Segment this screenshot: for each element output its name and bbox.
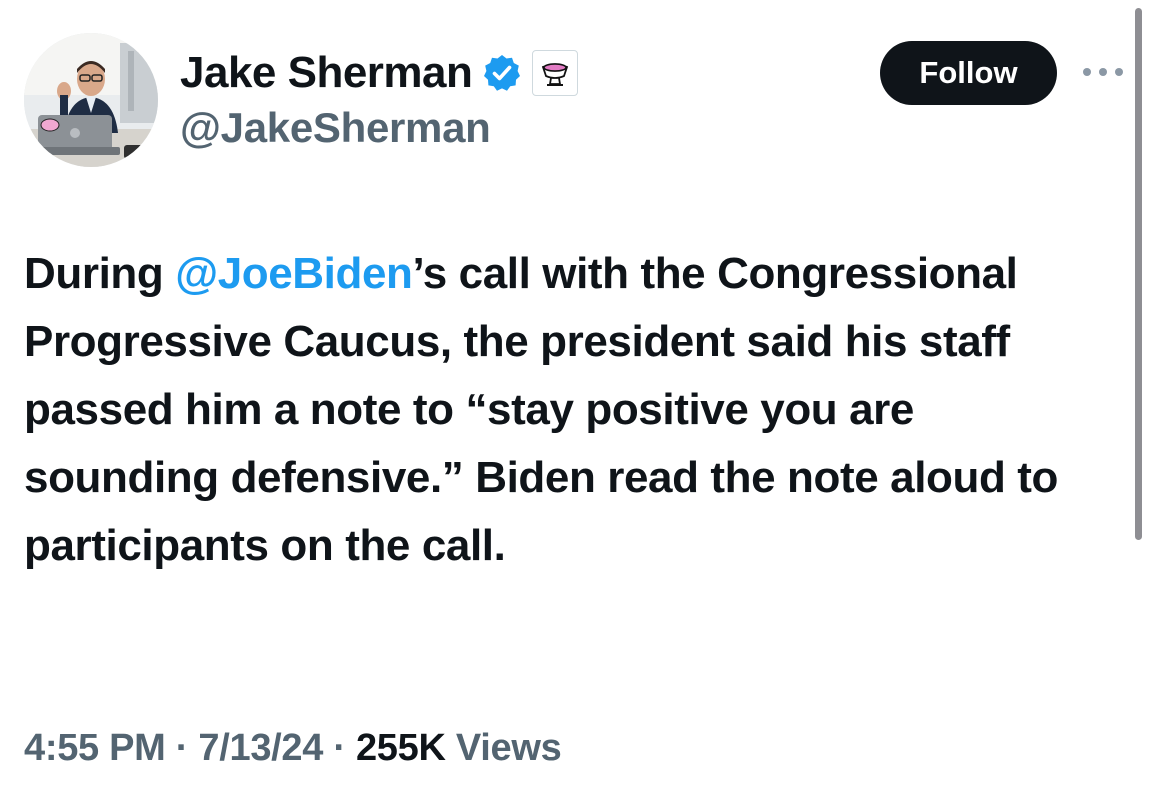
author-display-name[interactable]: Jake Sherman [180,48,473,98]
punchbowl-logo-icon[interactable] [532,50,579,96]
views-label: Views [445,727,562,769]
tweet-card: Jake Sherman @JakeSherman Follow During … [0,0,1151,800]
author-avatar[interactable] [24,33,158,167]
scrollbar[interactable] [1135,8,1142,540]
tweet-time[interactable]: 4:55 PM [24,727,166,769]
ellipsis-dot [1115,68,1123,76]
profile-photo-icon [24,33,158,167]
follow-button[interactable]: Follow [880,41,1057,105]
author-handle[interactable]: @JakeSherman [180,104,491,152]
verified-badge-icon[interactable] [482,53,522,93]
author-name-row: Jake Sherman [180,46,579,100]
tweet-date[interactable]: 7/13/24 [198,727,323,769]
meta-separator: · [323,727,356,769]
tweet-meta: 4:55 PM · 7/13/24 · 255K Views [24,722,562,774]
views-count[interactable]: 255K [356,727,446,769]
mention-link[interactable]: @JoeBiden [175,249,413,298]
ellipsis-dot [1083,68,1091,76]
tweet-text-lead: During [24,249,176,298]
ellipsis-dot [1099,68,1107,76]
more-options-icon[interactable] [1083,62,1123,82]
tweet-text: During @JoeBiden’s call with the Congres… [24,240,1119,580]
meta-separator: · [165,727,199,769]
